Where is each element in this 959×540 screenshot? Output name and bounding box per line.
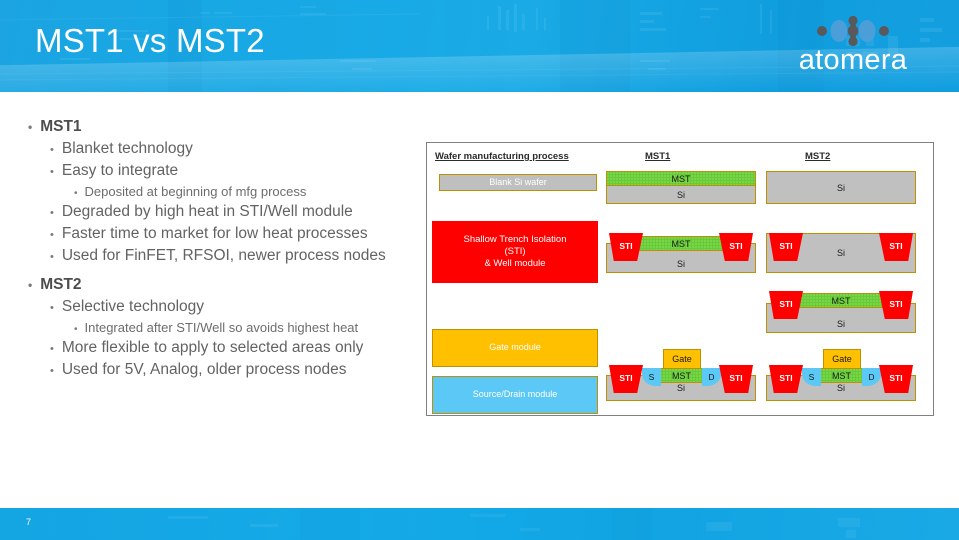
bullet-marker: • — [28, 278, 33, 292]
sti-region-right: STI — [879, 233, 913, 261]
bullet-used-for-5v-analog: • Used for 5V, Analog, older process nod… — [50, 361, 418, 379]
bullet-degraded-by-high-heat: • Degraded by high heat in STI/Well modu… — [50, 203, 418, 221]
column-header-mst1: MST1 — [645, 151, 671, 162]
logo-wordmark: atomera — [798, 44, 908, 76]
bullet-text: Blanket technology — [61, 140, 193, 157]
bullet-marker: • — [50, 229, 54, 241]
gate-electrode: Gate — [823, 349, 861, 369]
mst-layer: MST — [659, 368, 704, 383]
bullet-text: Used for 5V, Analog, older process nodes — [61, 361, 347, 378]
bullet-mst1-heading: • MST1 — [28, 118, 418, 136]
module-label-gate: Gate module — [432, 329, 598, 367]
mst2-row4-crosssection: Si MST S D STI STI Gate — [766, 341, 916, 407]
bullet-text: Easy to integrate — [61, 162, 179, 179]
bullet-marker: • — [74, 324, 78, 335]
page-number: 7 — [26, 517, 32, 527]
module-label-source-drain: Source/Drain module — [432, 376, 598, 414]
bullet-marker: • — [50, 343, 54, 355]
module-label-sti-well: Shallow Trench Isolation (STI) & Well mo… — [432, 221, 598, 283]
footer-circuit-pattern — [0, 508, 959, 540]
bullet-marker: • — [50, 166, 54, 178]
bullet-marker: • — [50, 207, 54, 219]
bullet-text: Integrated after STI/Well so avoids high… — [84, 320, 359, 335]
bullet-mst2-heading: • MST2 — [28, 276, 418, 294]
bullet-list: • MST1 • Blanket technology • Easy to in… — [28, 118, 418, 383]
bullet-text: Faster time to market for low heat proce… — [61, 225, 368, 242]
mst2-row1-crosssection: Si — [766, 171, 916, 209]
bullet-selective-technology: • Selective technology — [50, 298, 418, 316]
module-sti-line-1: Shallow Trench Isolation — [463, 234, 567, 246]
module-label-blank-si-wafer: Blank Si wafer — [439, 174, 597, 191]
mst1-row4-crosssection: Si MST S D STI STI Gate — [606, 341, 756, 407]
bullet-easy-to-integrate: • Easy to integrate — [50, 162, 418, 180]
sti-region-left: STI — [609, 365, 643, 393]
sti-region-left: STI — [769, 233, 803, 261]
atomera-logo: atomera — [773, 16, 933, 84]
bullet-text: Degraded by high heat in STI/Well module — [61, 203, 353, 220]
process-comparison-diagram: Wafer manufacturing process MST1 MST2 Bl… — [426, 142, 934, 416]
bullet-text: MST2 — [40, 276, 82, 293]
bullet-more-flexible: • More flexible to apply to selected are… — [50, 339, 418, 357]
bullet-blanket-technology: • Blanket technology — [50, 140, 418, 158]
module-sti-line-2: (STI) — [504, 246, 526, 258]
sti-region-right: STI — [879, 291, 913, 319]
mst2-row2-crosssection: Si STI STI — [766, 229, 916, 277]
sti-region-right: STI — [879, 365, 913, 393]
silicon-layer: Si — [606, 185, 756, 204]
mst1-row2-crosssection: Si MST STI STI — [606, 229, 756, 277]
bullet-marker: • — [50, 251, 54, 263]
bullet-deposited-at-beginning: • Deposited at beginning of mfg process — [74, 184, 418, 199]
bullet-used-for-finfet: • Used for FinFET, RFSOI, newer process … — [50, 247, 418, 265]
bullet-text: Used for FinFET, RFSOI, newer process no… — [61, 247, 386, 264]
bullet-integrated-after-sti: • Integrated after STI/Well so avoids hi… — [74, 320, 418, 335]
sti-region-left: STI — [769, 365, 803, 393]
bullet-marker: • — [74, 188, 78, 199]
bullet-marker: • — [28, 120, 33, 134]
bullet-marker: • — [50, 365, 54, 377]
mst-layer: MST — [637, 236, 725, 251]
mst1-row1-crosssection: MST Si — [606, 171, 756, 209]
gate-electrode: Gate — [663, 349, 701, 369]
slide-footer: 7 — [0, 508, 959, 540]
bullet-text: More flexible to apply to selected areas… — [61, 339, 364, 356]
bullet-marker: • — [50, 144, 54, 156]
bullet-text: Deposited at beginning of mfg process — [84, 184, 307, 199]
sti-region-right: STI — [719, 233, 753, 261]
column-header-process: Wafer manufacturing process — [435, 151, 569, 162]
slide-header: MST1 vs MST2 atomera — [0, 0, 959, 92]
mst-layer: MST — [819, 368, 864, 383]
mst-layer: MST — [606, 171, 756, 186]
mst-layer: MST — [797, 293, 885, 308]
bullet-faster-time-to-market: • Faster time to market for low heat pro… — [50, 225, 418, 243]
sti-region-left: STI — [769, 291, 803, 319]
sti-region-left: STI — [609, 233, 643, 261]
page-title: MST1 vs MST2 — [35, 22, 265, 59]
column-header-mst2: MST2 — [805, 151, 831, 162]
silicon-layer: Si — [766, 171, 916, 204]
bullet-marker: • — [50, 302, 54, 314]
molecule-icon — [817, 16, 889, 46]
mst2-row3-crosssection: Si MST STI STI — [766, 289, 916, 337]
module-sti-line-3: & Well module — [484, 257, 546, 269]
bullet-text: MST1 — [40, 118, 82, 135]
bullet-text: Selective technology — [61, 298, 205, 315]
sti-region-right: STI — [719, 365, 753, 393]
